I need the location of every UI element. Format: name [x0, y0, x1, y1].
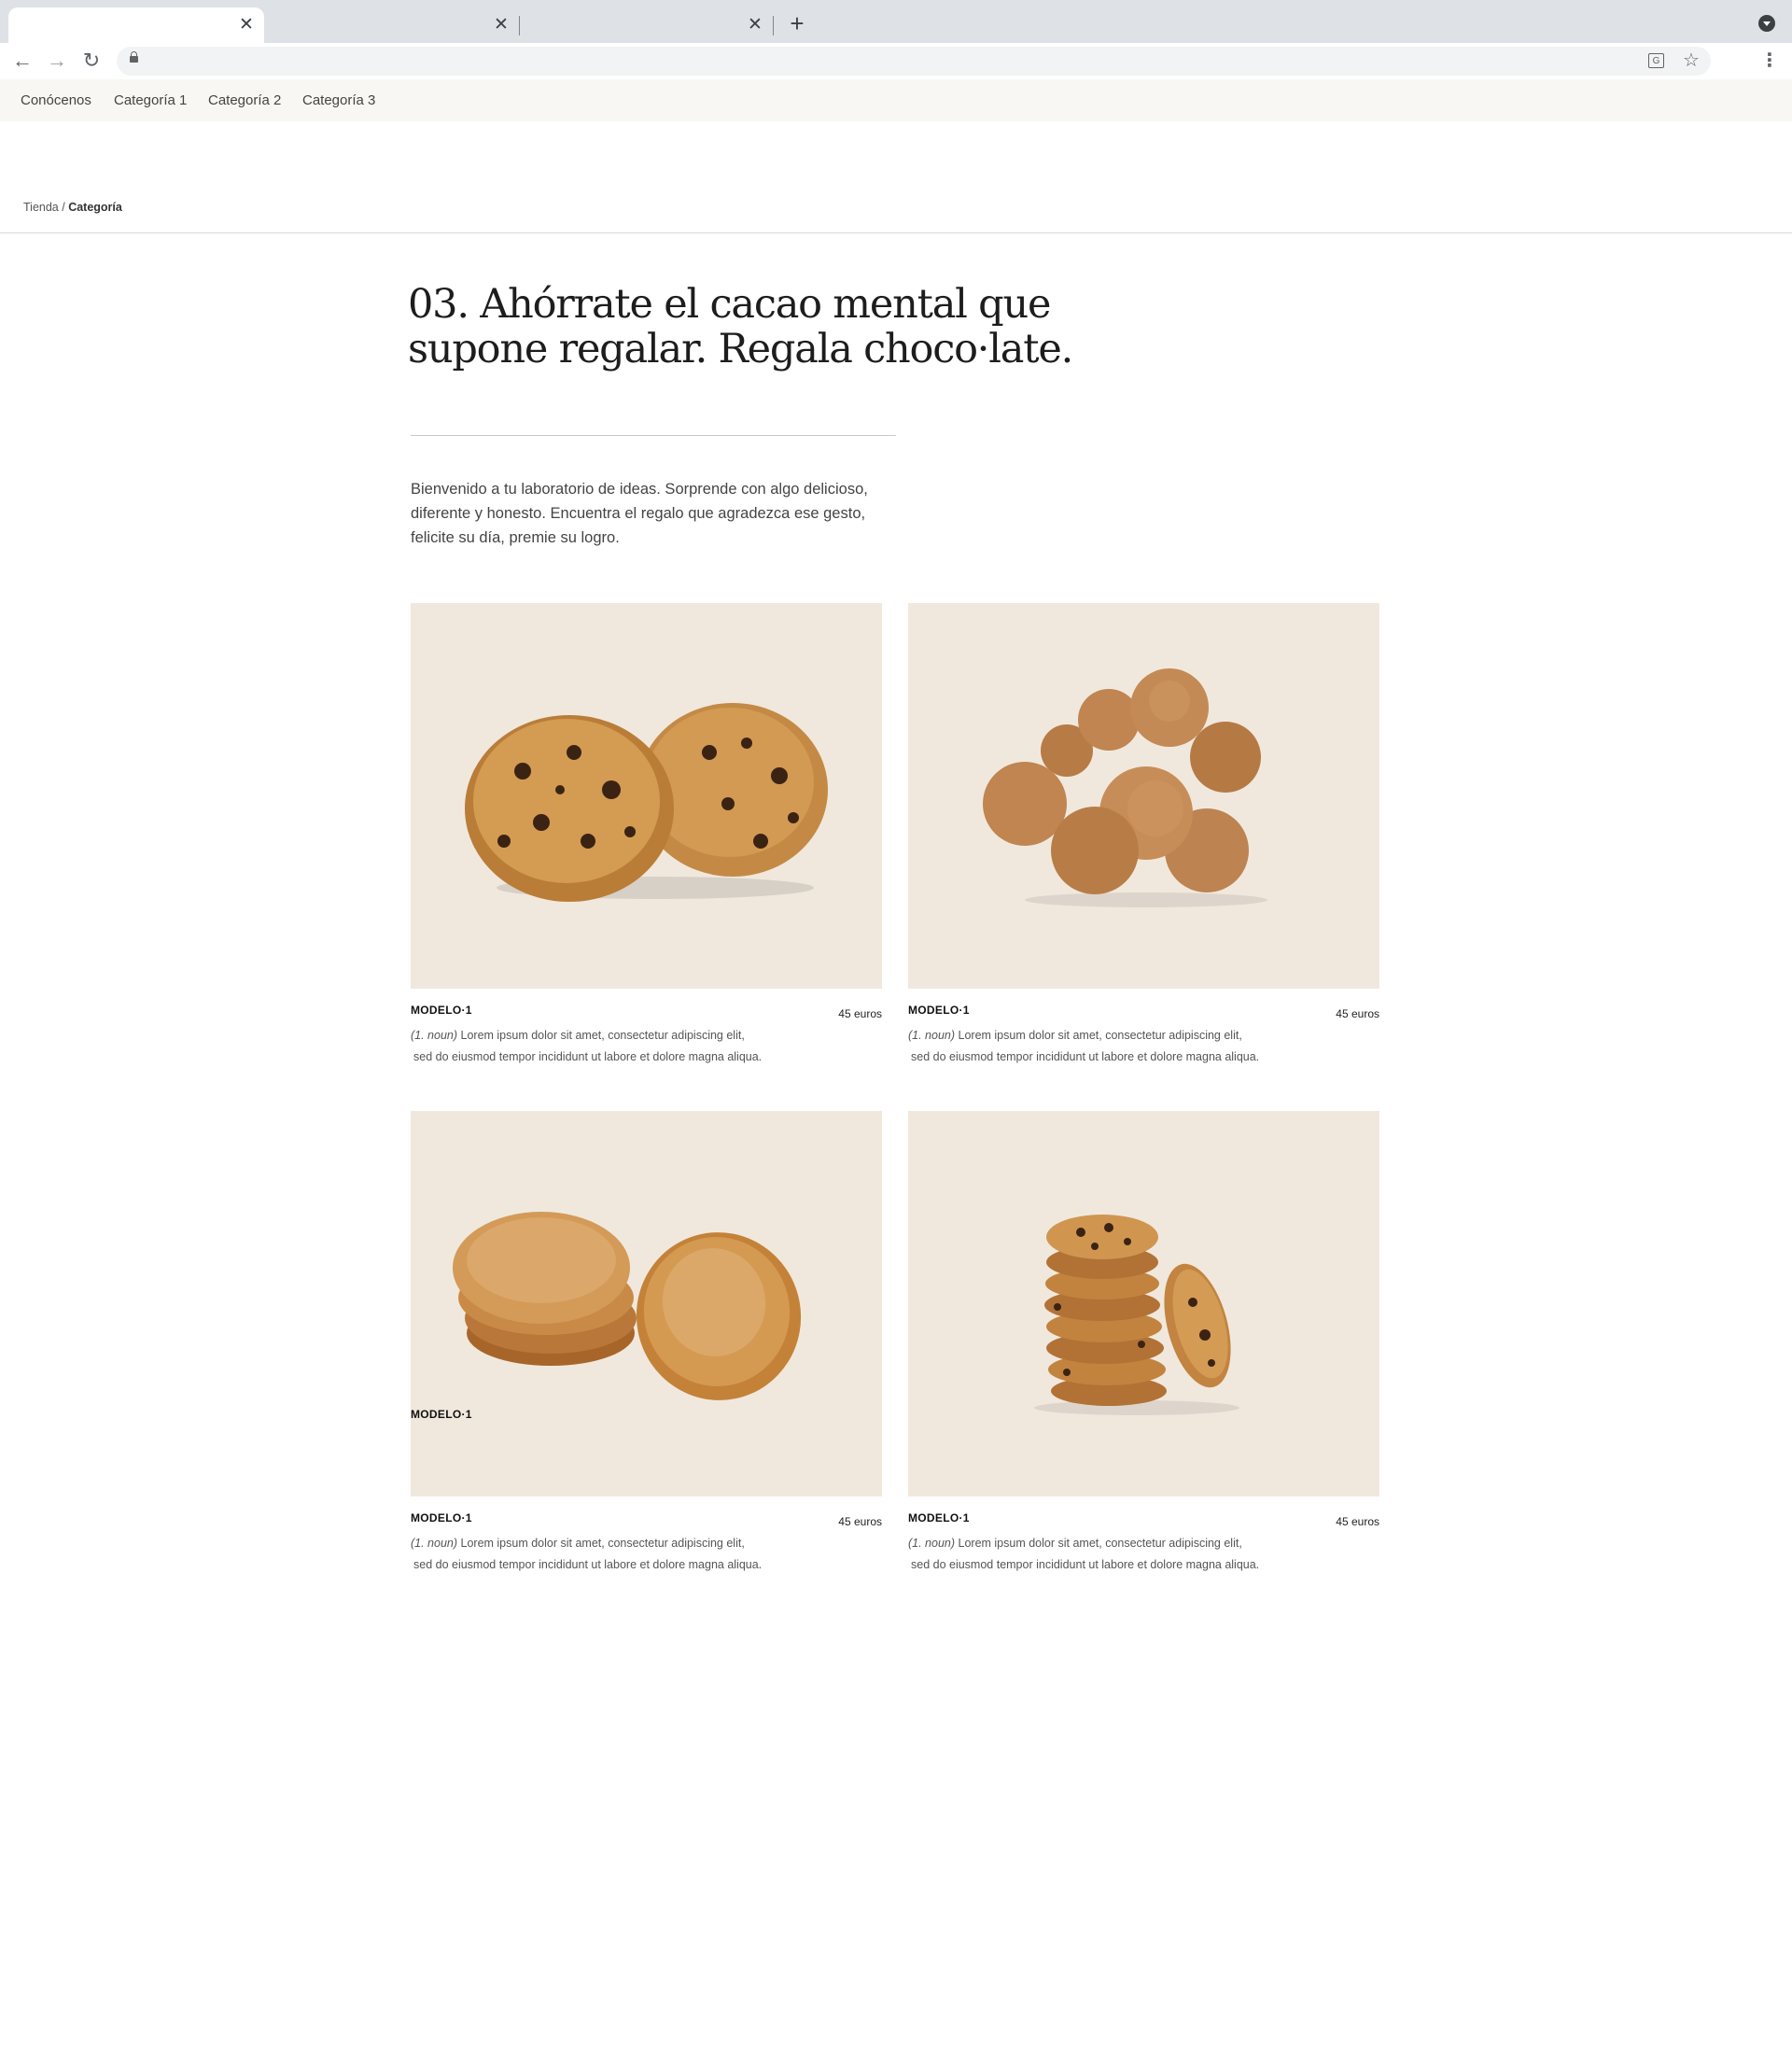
browser-tab[interactable]: ✕: [523, 7, 775, 43]
product-desc-line: sed do eiusmod tempor incididunt ut labo…: [911, 1050, 1260, 1063]
close-icon[interactable]: ✕: [492, 16, 511, 35]
product-description: (1. noun) Lorem ipsum dolor sit amet, co…: [411, 1533, 762, 1576]
divider: [0, 232, 1792, 233]
close-icon[interactable]: ✕: [746, 16, 764, 35]
nav-link-categoria-2[interactable]: Categoría 2: [208, 92, 281, 108]
breadcrumb-link-tienda[interactable]: Tienda: [23, 201, 59, 214]
product-description: (1. noun) Lorem ipsum dolor sit amet, co…: [908, 1025, 1259, 1068]
product-desc-line: Lorem ipsum dolor sit amet, consectetur …: [955, 1029, 1242, 1042]
product-price: 45 euros: [838, 1515, 882, 1528]
product-name[interactable]: MODELO·1: [908, 1004, 970, 1017]
product-image[interactable]: [411, 603, 882, 989]
browser-tab-active[interactable]: ✕: [8, 7, 264, 43]
page-title: 03. Ahórrate el cacao mental que supone …: [408, 282, 1080, 372]
product-card[interactable]: MODELO·1 45 euros (1. noun) Lorem ipsum …: [411, 603, 882, 1070]
browser-toolbar: ← → ↻ G ☆ ⋮: [0, 43, 1792, 79]
translate-icon[interactable]: G: [1648, 53, 1664, 68]
product-name[interactable]: MODELO·1: [411, 1004, 472, 1017]
product-price: 45 euros: [1336, 1007, 1379, 1020]
product-desc-line: Lorem ipsum dolor sit amet, consectetur …: [955, 1537, 1242, 1550]
breadcrumb-separator: /: [58, 201, 69, 214]
sugar-cookies-illustration: [453, 1212, 802, 1400]
product-desc-line: sed do eiusmod tempor incididunt ut labo…: [413, 1558, 763, 1571]
product-image[interactable]: [908, 603, 1379, 989]
product-name[interactable]: MODELO·1: [908, 1511, 970, 1524]
product-card[interactable]: MODELO·1 45 euros (1. noun) Lorem ipsum …: [908, 603, 1379, 1070]
cookie-tower-illustration: [1034, 1215, 1239, 1415]
page-title-line: 03. Ahórrate el cacao mental que: [408, 281, 1051, 328]
product-description: (1. noun) Lorem ipsum dolor sit amet, co…: [411, 1025, 762, 1068]
browser-tab-strip: ✕ ✕ ✕ +: [0, 0, 1792, 43]
product-desc-line: sed do eiusmod tempor incididunt ut labo…: [413, 1050, 763, 1063]
product-desc-line: Lorem ipsum dolor sit amet, consectetur …: [457, 1029, 745, 1042]
tab-divider: [773, 16, 774, 35]
product-card[interactable]: MODELO·1 MODELO·1 45 euros (1. noun) Lor…: [411, 1111, 882, 1578]
intro-line: felicite su día, premie su logro.: [411, 529, 620, 546]
browser-tab[interactable]: ✕: [269, 7, 521, 43]
product-noun: (1. noun): [908, 1537, 956, 1550]
divider: [411, 435, 896, 436]
site-nav: Conócenos Categoría 1 Categoría 2 Catego…: [0, 79, 1792, 121]
intro-line: diferente y honesto. Encuentra el regalo…: [411, 505, 866, 522]
arrow-left-icon[interactable]: ←: [10, 49, 35, 73]
product-name[interactable]: MODELO·1: [411, 1511, 472, 1524]
page-title-line: supone regalar. Regala choco·late.: [408, 326, 1073, 372]
product-card[interactable]: MODELO·1 45 euros (1. noun) Lorem ipsum …: [908, 1111, 1379, 1578]
product-desc-line: Lorem ipsum dolor sit amet, consectetur …: [457, 1537, 745, 1550]
reload-icon[interactable]: ↻: [79, 49, 104, 73]
nav-link-conocenos[interactable]: Conócenos: [21, 92, 91, 108]
product-noun: (1. noun): [411, 1537, 458, 1550]
product-noun: (1. noun): [411, 1029, 458, 1042]
lock-icon[interactable]: [130, 51, 138, 63]
product-description: (1. noun) Lorem ipsum dolor sit amet, co…: [908, 1533, 1259, 1576]
address-bar[interactable]: G ☆: [117, 47, 1711, 76]
chevron-down-icon[interactable]: [1758, 15, 1775, 32]
breadcrumb-current: Categoría: [68, 201, 122, 214]
tab-divider: [519, 16, 520, 35]
close-icon[interactable]: ✕: [237, 16, 256, 35]
kebab-menu-icon[interactable]: ⋮: [1760, 49, 1779, 73]
intro-text: Bienvenido a tu laboratorio de ideas. So…: [411, 477, 933, 550]
arrow-right-icon[interactable]: →: [45, 49, 69, 73]
intro-line: Bienvenido a tu laboratorio de ideas. So…: [411, 481, 868, 498]
image-overlay-label: MODELO·1: [411, 1408, 472, 1421]
chocolate-chip-cookies-illustration: [465, 703, 828, 902]
product-image[interactable]: [908, 1111, 1379, 1496]
plus-icon[interactable]: +: [786, 11, 808, 35]
round-cookies-illustration: [983, 668, 1267, 907]
breadcrumb: Tienda / Categoría: [23, 201, 122, 214]
product-image[interactable]: MODELO·1: [411, 1111, 882, 1496]
product-desc-line: sed do eiusmod tempor incididunt ut labo…: [911, 1558, 1260, 1571]
product-noun: (1. noun): [908, 1029, 956, 1042]
product-price: 45 euros: [1336, 1515, 1379, 1528]
star-icon[interactable]: ☆: [1681, 49, 1701, 72]
nav-link-categoria-1[interactable]: Categoría 1: [114, 92, 187, 108]
nav-link-categoria-3[interactable]: Categoría 3: [302, 92, 375, 108]
product-price: 45 euros: [838, 1007, 882, 1020]
